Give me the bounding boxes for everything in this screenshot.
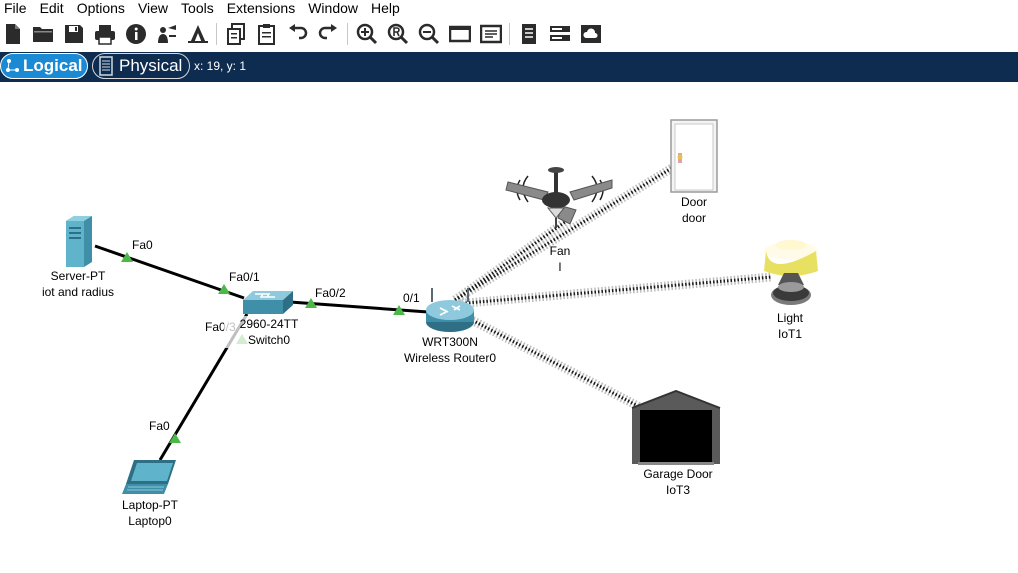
physical-label: Physical	[119, 56, 183, 75]
port-indicator-switch-fa0-1	[218, 284, 230, 294]
zoom-in-icon[interactable]	[355, 22, 379, 46]
laptop-name: Laptop0	[128, 514, 172, 528]
switch-label: 2960-24TT Switch0	[224, 316, 314, 348]
logical-label: Logical	[23, 56, 83, 75]
door-icon	[670, 119, 718, 193]
laptop-type: Laptop-PT	[121, 498, 179, 512]
menu-file[interactable]: File	[0, 0, 36, 16]
door-label: Door door	[664, 194, 724, 226]
door-type: Door	[680, 195, 707, 209]
light-device[interactable]	[760, 237, 822, 318]
port-label-laptop-fa0: Fa0	[149, 419, 170, 433]
menu-view[interactable]: View	[134, 0, 177, 16]
zoom-reset-icon[interactable]	[386, 22, 410, 46]
mode-bar: Logical Physical x: 19, y: 1	[0, 52, 1018, 82]
light-name: IoT1	[777, 327, 802, 341]
port-label-server-fa0: Fa0	[132, 238, 153, 252]
menu-help[interactable]: Help	[367, 0, 409, 16]
switch-name: Switch0	[247, 333, 291, 347]
router-label: WRT300N Wireless Router0	[390, 334, 510, 366]
network-wizard-icon[interactable]	[155, 22, 179, 46]
rack-icon	[99, 56, 113, 76]
port-indicator-server-fa0	[121, 252, 133, 262]
router-type: WRT300N	[422, 335, 478, 349]
fan-name: l	[558, 260, 562, 274]
server-icon	[66, 216, 92, 267]
light-type: Light	[776, 311, 804, 325]
fan-type: Fan	[549, 244, 571, 258]
activity-wizard-icon[interactable]	[186, 22, 210, 46]
new-file-icon[interactable]	[1, 22, 25, 46]
fan-device[interactable]	[500, 162, 620, 247]
garage-name: IoT3	[665, 483, 690, 497]
info-icon[interactable]	[124, 22, 148, 46]
logical-topology-icon	[6, 59, 19, 72]
menu-options[interactable]: Options	[73, 0, 134, 16]
cloud-icon[interactable]	[579, 22, 603, 46]
menu-bar: File Edit Options View Tools Extensions …	[0, 0, 1018, 16]
garage-label: Garage Door IoT3	[628, 466, 728, 498]
port-label-switch-fa0-2: Fa0/2	[315, 286, 346, 300]
port-label-switch-fa0-1: Fa0/1	[229, 270, 260, 284]
drawing-palette-icon[interactable]	[448, 22, 472, 46]
save-icon[interactable]	[62, 22, 86, 46]
toolbar-separator	[347, 23, 348, 45]
laptop-label: Laptop-PT Laptop0	[100, 497, 200, 529]
menu-window[interactable]: Window	[304, 0, 367, 16]
port-label-router-0-1: 0/1	[403, 291, 420, 305]
toolbar-separator	[509, 23, 510, 45]
router-name: Wireless Router0	[403, 351, 497, 365]
server-label: Server-PT iot and radius	[28, 268, 128, 300]
door-name: door	[681, 211, 707, 225]
ipc-icon[interactable]	[548, 22, 572, 46]
logical-workspace[interactable]: Fa0 Fa0/1 Fa0/2 0/1 Fa0/3 Fa0 Server-PT …	[0, 82, 1018, 573]
laptop-icon	[122, 460, 176, 494]
report-icon[interactable]	[517, 22, 541, 46]
undo-icon[interactable]	[286, 22, 310, 46]
switch-type: 2960-24TT	[239, 317, 299, 331]
menu-extensions[interactable]: Extensions	[223, 0, 304, 16]
paste-icon[interactable]	[255, 22, 279, 46]
logical-view-button[interactable]: Logical	[0, 53, 88, 79]
switch-icon	[243, 291, 293, 314]
open-folder-icon[interactable]	[31, 22, 55, 46]
copy-icon[interactable]	[224, 22, 248, 46]
garage-door-icon	[631, 389, 721, 465]
fan-label: Fan l	[530, 243, 590, 275]
toolbar	[0, 17, 1018, 51]
server-type: Server-PT	[50, 269, 106, 283]
port-indicator-router-0-1	[393, 305, 405, 315]
menu-edit[interactable]: Edit	[36, 0, 73, 16]
zoom-out-icon[interactable]	[417, 22, 441, 46]
toolbar-separator	[216, 23, 217, 45]
custom-device-dialog-icon[interactable]	[479, 22, 503, 46]
port-indicator-laptop-fa0	[169, 433, 181, 443]
light-label: Light IoT1	[760, 310, 820, 342]
wireless-router-icon	[426, 288, 474, 332]
server-name: iot and radius	[41, 285, 115, 299]
garage-door-device[interactable]	[630, 389, 722, 471]
print-icon[interactable]	[93, 22, 117, 46]
cursor-coordinates: x: 19, y: 1	[194, 59, 247, 73]
door-device[interactable]	[670, 119, 718, 198]
ceiling-fan-icon	[505, 167, 613, 228]
server-device[interactable]	[62, 215, 94, 272]
redo-icon[interactable]	[316, 22, 340, 46]
physical-view-button[interactable]: Physical	[92, 53, 190, 79]
garage-type: Garage Door	[643, 467, 713, 481]
menu-tools[interactable]: Tools	[177, 0, 223, 16]
lamp-icon	[764, 240, 818, 305]
laptop-device[interactable]	[120, 458, 178, 501]
